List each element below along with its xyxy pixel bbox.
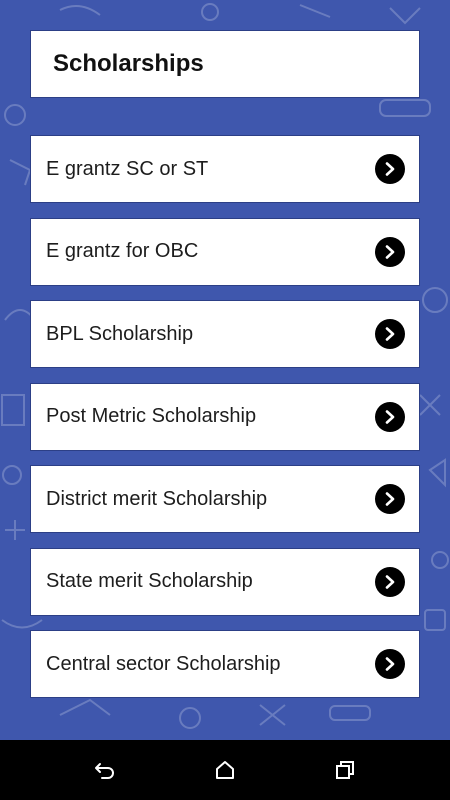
page-title: Scholarships bbox=[53, 50, 204, 77]
list-item[interactable]: E grantz SC or ST bbox=[30, 135, 420, 203]
scholarship-list: E grantz SC or ST E grantz for OBC BPL S… bbox=[30, 135, 420, 713]
list-item[interactable]: State merit Scholarship bbox=[30, 547, 420, 616]
system-navigation-bar bbox=[0, 740, 450, 800]
home-icon[interactable] bbox=[213, 758, 237, 782]
list-item[interactable]: Post Metric Scholarship bbox=[30, 382, 420, 451]
chevron-right-icon[interactable] bbox=[375, 401, 405, 432]
back-icon[interactable] bbox=[93, 758, 117, 782]
recents-icon[interactable] bbox=[333, 758, 357, 782]
list-item-label: E grantz for OBC bbox=[46, 240, 199, 262]
header-card: Scholarships bbox=[30, 30, 420, 98]
list-item-label: District merit Scholarship bbox=[46, 487, 268, 510]
chevron-right-icon[interactable] bbox=[375, 236, 405, 267]
list-item-label: BPL Scholarship bbox=[46, 322, 194, 345]
chevron-right-icon[interactable] bbox=[375, 566, 405, 597]
list-item-label: E grantz SC or ST bbox=[46, 157, 209, 180]
chevron-right-icon[interactable] bbox=[375, 649, 405, 679]
list-item-label: Post Metric Scholarship bbox=[46, 405, 257, 427]
list-item[interactable]: District merit Scholarship bbox=[30, 465, 420, 533]
chevron-right-icon[interactable] bbox=[375, 319, 405, 349]
list-item[interactable]: BPL Scholarship bbox=[30, 300, 420, 368]
chevron-right-icon[interactable] bbox=[375, 484, 405, 514]
list-item-label: Central sector Scholarship bbox=[46, 652, 281, 675]
list-item[interactable]: E grantz for OBC bbox=[30, 217, 420, 286]
list-item[interactable]: Central sector Scholarship bbox=[30, 630, 420, 698]
list-item-label: State merit Scholarship bbox=[46, 570, 253, 592]
app-screen: Scholarships E grantz SC or ST E grantz … bbox=[0, 0, 450, 800]
chevron-right-icon[interactable] bbox=[375, 154, 405, 184]
